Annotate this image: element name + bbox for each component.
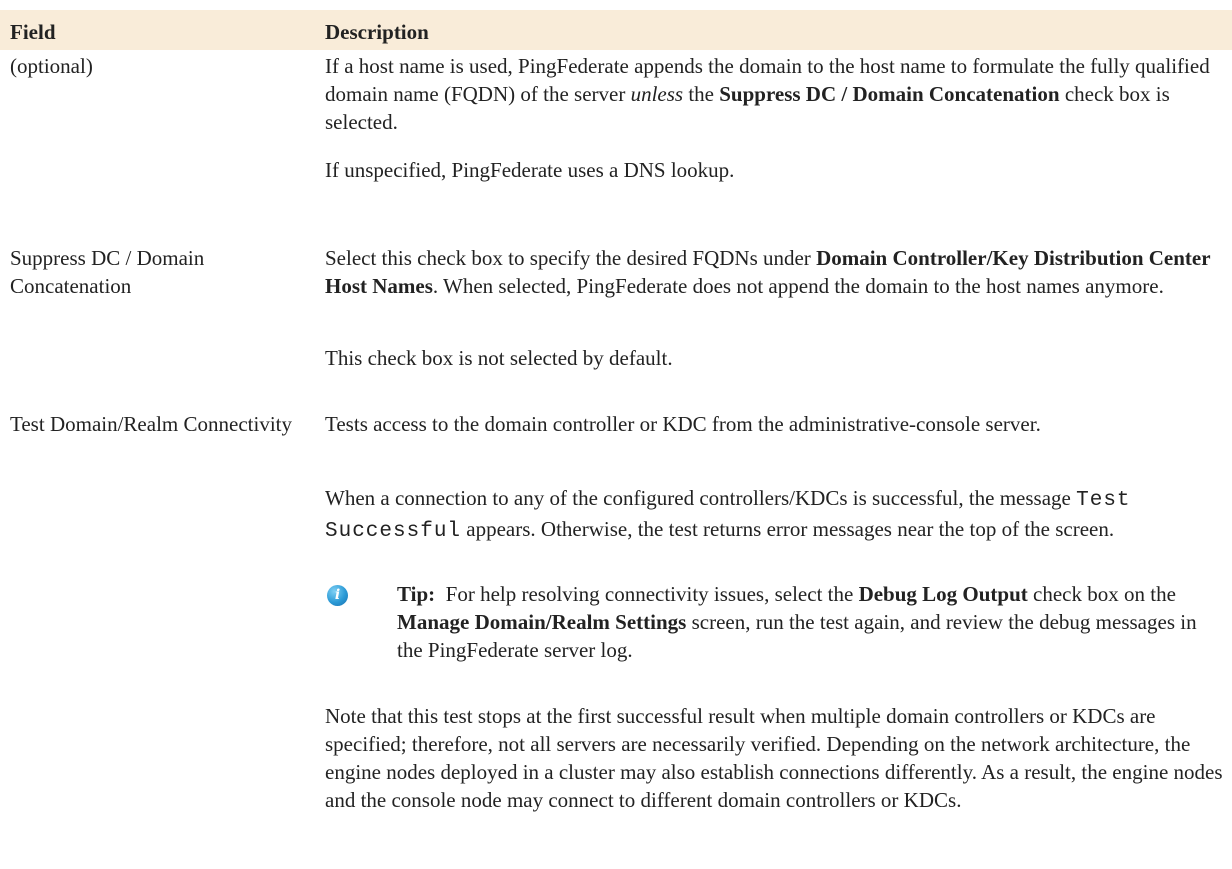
text-run: the <box>683 82 720 106</box>
row-2-field: Suppress DC / Domain Concatenation <box>10 246 205 298</box>
tip-label: Tip: <box>397 582 436 606</box>
row-2-paragraph-1: Select this check box to specify the des… <box>325 244 1225 300</box>
table-header: Field Description <box>0 10 1232 50</box>
row-3-paragraph-2: When a connection to any of the configur… <box>325 484 1225 546</box>
bold-text: Debug Log Output <box>858 582 1028 606</box>
text-run: Select this check box to specify the des… <box>325 246 817 270</box>
row-3-paragraph-3: Note that this test stops at the first s… <box>325 704 1223 812</box>
column-header-field: Field <box>10 20 56 44</box>
text-run: check box on the <box>1027 582 1176 606</box>
row-3-field: Test Domain/Realm Connectivity <box>10 412 292 436</box>
text-run: . When selected, PingFederate does not a… <box>432 274 1164 298</box>
row-2-paragraph-2: This check box is not selected by defaul… <box>325 346 673 370</box>
bold-text: Suppress DC / Domain Concatenation <box>719 82 1060 106</box>
document-page: Field Description (optional) If a host n… <box>0 0 1232 869</box>
column-header-description: Description <box>325 20 429 44</box>
row-1-description: If a host name is used, PingFederate app… <box>325 52 1225 136</box>
tip-text: Tip: For help resolving connectivity iss… <box>397 580 1217 664</box>
text-run: appears. Otherwise, the test returns err… <box>461 517 1115 541</box>
text-run: When a connection to any of the configur… <box>325 486 1077 510</box>
bold-text: Manage Domain/Realm Settings <box>397 610 687 634</box>
info-icon: i <box>327 585 348 606</box>
text-run: For help resolving connectivity issues, … <box>435 582 859 606</box>
row-1-field: (optional) <box>10 54 93 78</box>
emphasis-text: unless <box>630 82 684 106</box>
row-1-paragraph-1: If a host name is used, PingFederate app… <box>325 52 1225 136</box>
row-1-paragraph-2: If unspecified, PingFederate uses a DNS … <box>325 158 735 182</box>
row-3-paragraph-1: Tests access to the domain controller or… <box>325 412 1041 436</box>
